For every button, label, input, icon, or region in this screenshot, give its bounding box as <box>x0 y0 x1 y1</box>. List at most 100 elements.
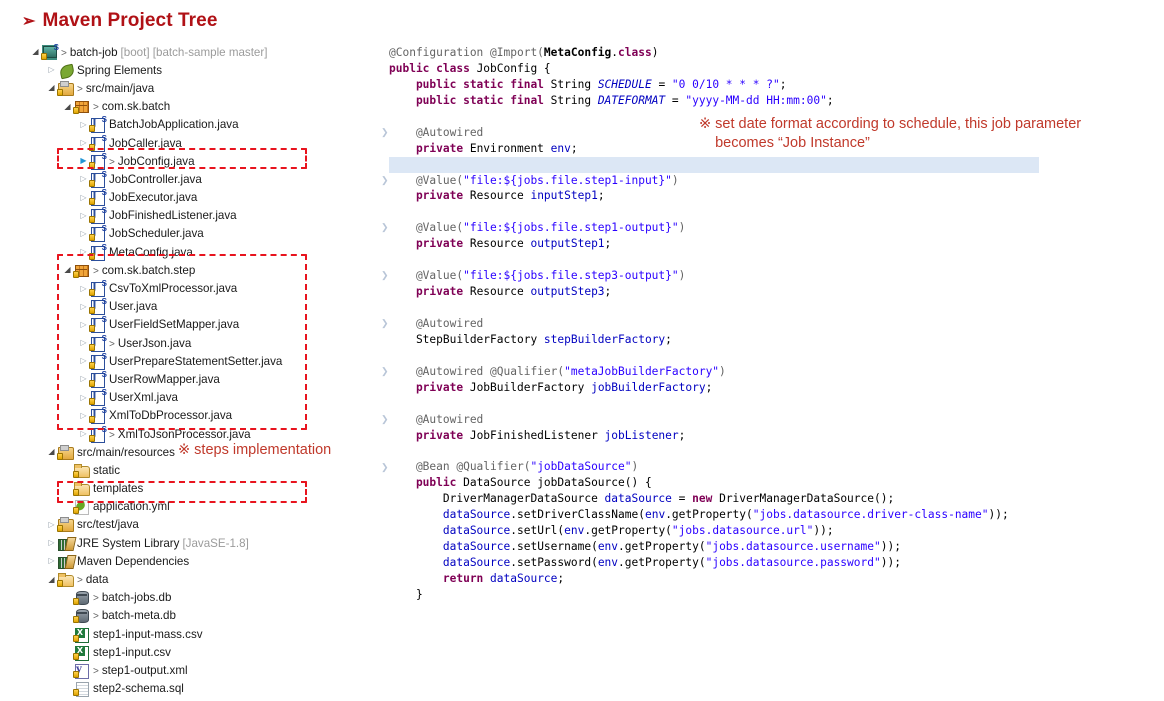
tree-item[interactable]: ◢ > data <box>0 570 380 588</box>
tree-expand-toggle-icon[interactable]: ◢ <box>62 102 73 111</box>
tree-expand-toggle-icon[interactable]: ▷ <box>78 139 89 147</box>
gutter-annotation-marker-icon[interactable]: ❯ <box>381 319 389 328</box>
tree-expand-toggle-icon[interactable]: ◢ <box>46 448 57 456</box>
code-line[interactable]: public static final String SCHEDULE = "0… <box>389 77 1149 93</box>
tree-expand-toggle-icon[interactable]: ▷ <box>78 193 89 202</box>
tree-item[interactable]: ▷ SUser.java <box>0 298 380 316</box>
code-line[interactable]: private JobFinishedListener jobListener; <box>389 428 1149 444</box>
tree-item[interactable]: templates <box>0 480 380 498</box>
tree-item[interactable]: ◢ > src/main/java <box>0 79 380 97</box>
code-line[interactable] <box>389 109 1149 125</box>
code-line[interactable]: @Autowired @Qualifier("metaJobBuilderFac… <box>389 364 1149 380</box>
code-line[interactable]: dataSource.setPassword(env.getProperty("… <box>389 555 1149 571</box>
tree-item[interactable]: ▷ SJobExecutor.java <box>0 189 380 207</box>
tree-item[interactable]: ▷ SCsvToXmlProcessor.java <box>0 279 380 298</box>
tree-item[interactable]: ▷ SUserXml.java <box>0 389 380 407</box>
tree-expand-toggle-icon[interactable]: ▷ <box>46 557 57 565</box>
tree-expand-toggle-icon[interactable]: ▷ <box>78 411 89 420</box>
tree-expand-toggle-icon[interactable]: ▷ <box>46 520 57 529</box>
code-line[interactable]: dataSource.setUsername(env.getProperty("… <box>389 539 1149 555</box>
code-editor-content[interactable]: @Configuration @Import(MetaConfig.class)… <box>389 45 1149 603</box>
gutter-annotation-marker-icon[interactable]: ❯ <box>381 367 389 376</box>
code-line[interactable]: public class JobConfig { <box>389 61 1149 77</box>
code-line[interactable] <box>389 156 1039 173</box>
code-line[interactable]: private JobBuilderFactory jobBuilderFact… <box>389 380 1149 396</box>
tree-expand-toggle-icon[interactable]: ▷ <box>78 430 89 438</box>
tree-item[interactable]: ▷ SJobScheduler.java <box>0 225 380 243</box>
code-line[interactable]: @Value("file:${jobs.file.step3-output}") <box>389 268 1149 284</box>
tree-item[interactable]: ▷ SUserRowMapper.java <box>0 370 380 388</box>
gutter-annotation-marker-icon[interactable]: ❯ <box>381 223 389 232</box>
tree-item[interactable]: step2-schema.sql <box>0 680 380 698</box>
tree-item[interactable]: ▷ src/test/java <box>0 516 380 534</box>
gutter-annotation-marker-icon[interactable]: ❯ <box>381 462 389 472</box>
tree-item[interactable]: application.yml <box>0 498 380 516</box>
tree-item[interactable]: > batch-jobs.db <box>0 589 380 607</box>
code-line[interactable] <box>389 396 1149 412</box>
code-line[interactable]: dataSource.setDriverClassName(env.getPro… <box>389 507 1149 523</box>
code-line[interactable]: } <box>389 587 1149 603</box>
code-line[interactable]: StepBuilderFactory stepBuilderFactory; <box>389 332 1149 348</box>
code-line[interactable] <box>389 204 1149 220</box>
tree-expand-toggle-icon[interactable]: ▷ <box>78 393 89 402</box>
code-line[interactable]: private Environment env; <box>389 141 1149 157</box>
code-line[interactable]: @Configuration @Import(MetaConfig.class) <box>389 45 1149 61</box>
code-line[interactable]: @Autowired <box>389 412 1149 428</box>
code-line[interactable]: @Autowired <box>389 316 1149 332</box>
tree-item[interactable]: ▶ S>JobConfig.java <box>0 152 380 170</box>
tree-expand-toggle-icon[interactable]: ▷ <box>46 539 57 547</box>
tree-item[interactable]: ▷ SUserPrepareStatementSetter.java <box>0 352 380 370</box>
tree-item[interactable]: ▷ Maven Dependencies <box>0 552 380 570</box>
tree-expand-toggle-icon[interactable]: ◢ <box>62 266 73 274</box>
gutter-annotation-marker-icon[interactable]: ❯ <box>381 175 389 185</box>
tree-item[interactable]: ▷ JRE System Library [JavaSE-1.8] <box>0 534 380 552</box>
code-line[interactable] <box>389 348 1149 364</box>
code-line[interactable] <box>389 300 1149 316</box>
tree-expand-toggle-icon[interactable]: ▷ <box>78 211 89 220</box>
code-line[interactable]: public DataSource jobDataSource() { <box>389 475 1149 491</box>
code-line[interactable]: private Resource outputStep1; <box>389 236 1149 252</box>
tree-expand-toggle-icon[interactable]: ▷ <box>78 302 89 311</box>
tree-item[interactable]: >step1-output.xml <box>0 661 380 679</box>
tree-expand-toggle-icon[interactable]: ▶ <box>78 157 89 165</box>
tree-item[interactable]: > batch-meta.db <box>0 607 380 625</box>
tree-item[interactable]: static <box>0 461 380 479</box>
tree-item[interactable]: ▷ SXmlToDbProcessor.java <box>0 407 380 425</box>
tree-item[interactable]: ▷ Spring Elements <box>0 61 380 79</box>
code-line[interactable]: return dataSource; <box>389 571 1149 587</box>
gutter-annotation-marker-icon[interactable]: ❯ <box>381 271 389 280</box>
code-line[interactable] <box>389 252 1149 268</box>
tree-item[interactable]: ▷ SBatchJobApplication.java <box>0 116 380 134</box>
tree-item[interactable]: ◢ S > batch-job [boot] [batch-sample master… <box>0 43 380 61</box>
code-line[interactable]: public static final String DATEFORMAT = … <box>389 93 1149 109</box>
tree-item[interactable]: ▷ SMetaConfig.java <box>0 243 380 261</box>
tree-expand-toggle-icon[interactable]: ◢ <box>46 575 57 584</box>
tree-expand-toggle-icon[interactable]: ▷ <box>78 120 89 129</box>
tree-item[interactable]: ▷ SJobController.java <box>0 170 380 188</box>
tree-expand-toggle-icon[interactable]: ◢ <box>30 48 41 56</box>
gutter-annotation-marker-icon[interactable]: ❯ <box>381 414 389 424</box>
tree-item[interactable]: ◢ > com.sk.batch.step <box>0 261 380 279</box>
project-explorer-tree[interactable]: ◢ S > batch-job [boot] [batch-sample master… <box>0 43 380 701</box>
tree-expand-toggle-icon[interactable]: ▷ <box>46 66 57 74</box>
code-line[interactable]: @Value("file:${jobs.file.step1-input}") <box>389 173 1149 189</box>
tree-expand-toggle-icon[interactable]: ▷ <box>78 375 89 383</box>
tree-item[interactable]: ▷ SJobCaller.java <box>0 134 380 152</box>
code-line[interactable]: DriverManagerDataSource dataSource = new… <box>389 491 1149 507</box>
tree-item[interactable]: ▷ SUserFieldSetMapper.java <box>0 316 380 334</box>
code-line[interactable]: private Resource outputStep3; <box>389 284 1149 300</box>
code-line[interactable]: dataSource.setUrl(env.getProperty("jobs.… <box>389 523 1149 539</box>
tree-expand-toggle-icon[interactable]: ▷ <box>78 284 89 293</box>
tree-expand-toggle-icon[interactable]: ▷ <box>78 320 89 329</box>
tree-expand-toggle-icon[interactable]: ▷ <box>78 248 89 256</box>
tree-expand-toggle-icon[interactable]: ▷ <box>78 339 89 347</box>
code-line[interactable]: @Value("file:${jobs.file.step1-output}") <box>389 220 1149 236</box>
tree-expand-toggle-icon[interactable]: ▷ <box>78 357 89 365</box>
tree-item[interactable]: ▷ SJobFinishedListener.java <box>0 207 380 225</box>
tree-item[interactable]: step1-input.csv <box>0 643 380 661</box>
code-line[interactable] <box>389 443 1149 459</box>
tree-expand-toggle-icon[interactable]: ▷ <box>78 229 89 238</box>
code-line[interactable]: @Autowired <box>389 125 1149 141</box>
tree-expand-toggle-icon[interactable]: ▷ <box>78 175 89 183</box>
code-line[interactable]: private Resource inputStep1; <box>389 188 1149 204</box>
